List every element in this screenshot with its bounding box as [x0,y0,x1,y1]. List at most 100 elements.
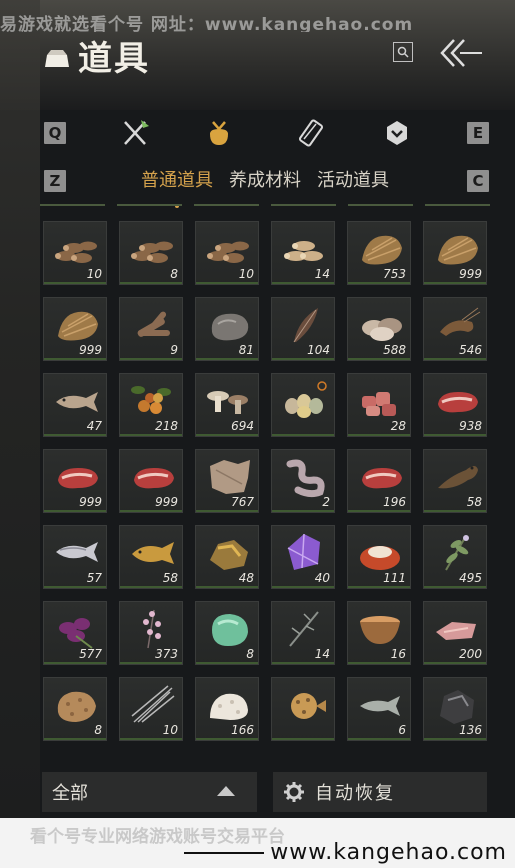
item-quantity: 58 [162,571,178,585]
inventory-slot[interactable]: 999 [43,297,107,361]
item-quantity: 28 [390,419,406,433]
inventory-slot[interactable]: 588 [347,297,411,361]
tab-weapons[interactable] [120,117,152,149]
inventory-slot[interactable]: 546 [423,297,487,361]
twig-icon [289,611,319,647]
logs-icon [207,241,249,263]
item-quantity: 2 [322,495,330,509]
pouch-icon [210,121,228,145]
inventory-slot[interactable]: 10 [195,221,259,285]
blossom-icon [143,609,161,649]
straw-icon [362,235,402,265]
inventory-slot[interactable] [271,677,335,741]
key-e-button[interactable]: E [467,122,489,144]
item-quantity: 218 [155,419,178,433]
watermark-url-row: www.kangehao.com [0,840,515,865]
inventory-slot[interactable]: 40 [271,525,335,589]
inventory-slot[interactable]: 104 [271,297,335,361]
item-quantity: 57 [86,571,102,585]
tab-badges[interactable] [381,117,413,149]
fish-icon [56,392,98,412]
flower-icon [59,618,93,649]
inventory-slot[interactable]: 200 [423,601,487,665]
inventory-slot[interactable]: 753 [347,221,411,285]
sub-tab-bar: 普通道具 养成材料 活动道具 [110,166,420,208]
small-fish-icon [360,696,400,716]
search-button[interactable] [393,42,413,62]
badge-icon [387,121,407,145]
inventory-slot[interactable]: 47 [43,373,107,437]
inventory-slot[interactable]: 16 [347,601,411,665]
inventory-slot[interactable]: 14 [271,601,335,665]
gear-icon [284,782,304,802]
inventory-icon [40,41,74,69]
inventory-slot[interactable]: 999 [423,221,487,285]
logs-icon [55,241,97,263]
inventory-slot[interactable]: 48 [195,525,259,589]
item-quantity: 8 [94,723,102,737]
herb-icon [445,535,469,571]
inventory-slot[interactable]: 999 [119,449,183,513]
coral-icon [210,693,248,720]
page-title: 道具 [78,38,150,79]
inventory-slot[interactable]: 218 [119,373,183,437]
scenery-strip [0,0,40,868]
item-quantity: 58 [466,495,482,509]
inventory-slot[interactable]: 10 [119,677,183,741]
item-quantity: 200 [459,647,482,661]
item-grid: 10 8 10 14 753 999 999 9 81 104 588 546 47 218 694 28 93… [43,221,489,741]
tab-items[interactable] [203,117,235,149]
inventory-slot[interactable]: 8 [119,221,183,285]
ore-icon [210,540,248,570]
auto-restore-button[interactable]: 自动恢复 [273,772,487,812]
item-quantity: 373 [155,647,178,661]
steak-icon [58,468,98,489]
inventory-slot[interactable]: 136 [423,677,487,741]
sponge-icon [57,691,96,722]
tab-event-items[interactable]: 活动道具 [315,166,391,200]
inventory-slot[interactable]: 2 [271,449,335,513]
inventory-slot[interactable]: 9 [119,297,183,361]
bowl-icon [360,616,400,644]
inventory-slot[interactable]: 58 [119,525,183,589]
inventory-slot[interactable]: 14 [271,221,335,285]
inventory-slot[interactable]: 8 [195,601,259,665]
inventory-slot[interactable]: 577 [43,601,107,665]
inventory-slot[interactable]: 767 [195,449,259,513]
inventory-slot[interactable]: 373 [119,601,183,665]
inventory-slot[interactable]: 999 [43,449,107,513]
inventory-slot[interactable]: 58 [423,449,487,513]
key-c-button[interactable]: C [467,170,489,192]
inventory-slot[interactable]: 81 [195,297,259,361]
key-z-button[interactable]: Z [44,170,66,192]
tab-scrolls[interactable] [295,117,327,149]
inventory-slot[interactable]: 694 [195,373,259,437]
inventory-slot[interactable]: 111 [347,525,411,589]
item-quantity: 196 [383,495,406,509]
inventory-slot[interactable]: 10 [43,221,107,285]
item-quantity: 166 [231,723,254,737]
item-quantity: 47 [86,419,102,433]
item-quantity: 10 [162,723,178,737]
inventory-slot[interactable] [271,373,335,437]
inventory-slot[interactable]: 57 [43,525,107,589]
key-q-button[interactable]: Q [44,122,66,144]
inventory-slot[interactable]: 495 [423,525,487,589]
tab-general-items[interactable]: 普通道具 [139,166,215,208]
inventory-slot[interactable]: 28 [347,373,411,437]
item-quantity: 14 [314,647,330,661]
filter-dropdown[interactable]: 全部 [42,772,257,812]
inventory-slot[interactable]: 166 [195,677,259,741]
logs-icon [131,241,173,263]
shrimp-icon [440,307,481,336]
tab-upgrade-materials[interactable]: 养成材料 [227,166,303,200]
inventory-slot[interactable]: 8 [43,677,107,741]
inventory-slot[interactable]: 6 [347,677,411,741]
shells-icon [362,318,402,341]
back-button[interactable] [438,36,482,70]
inventory-slot[interactable]: 196 [347,449,411,513]
item-quantity: 938 [459,419,482,433]
inventory-slot[interactable]: 938 [423,373,487,437]
grid-divider [40,204,490,210]
item-quantity: 81 [238,343,254,357]
